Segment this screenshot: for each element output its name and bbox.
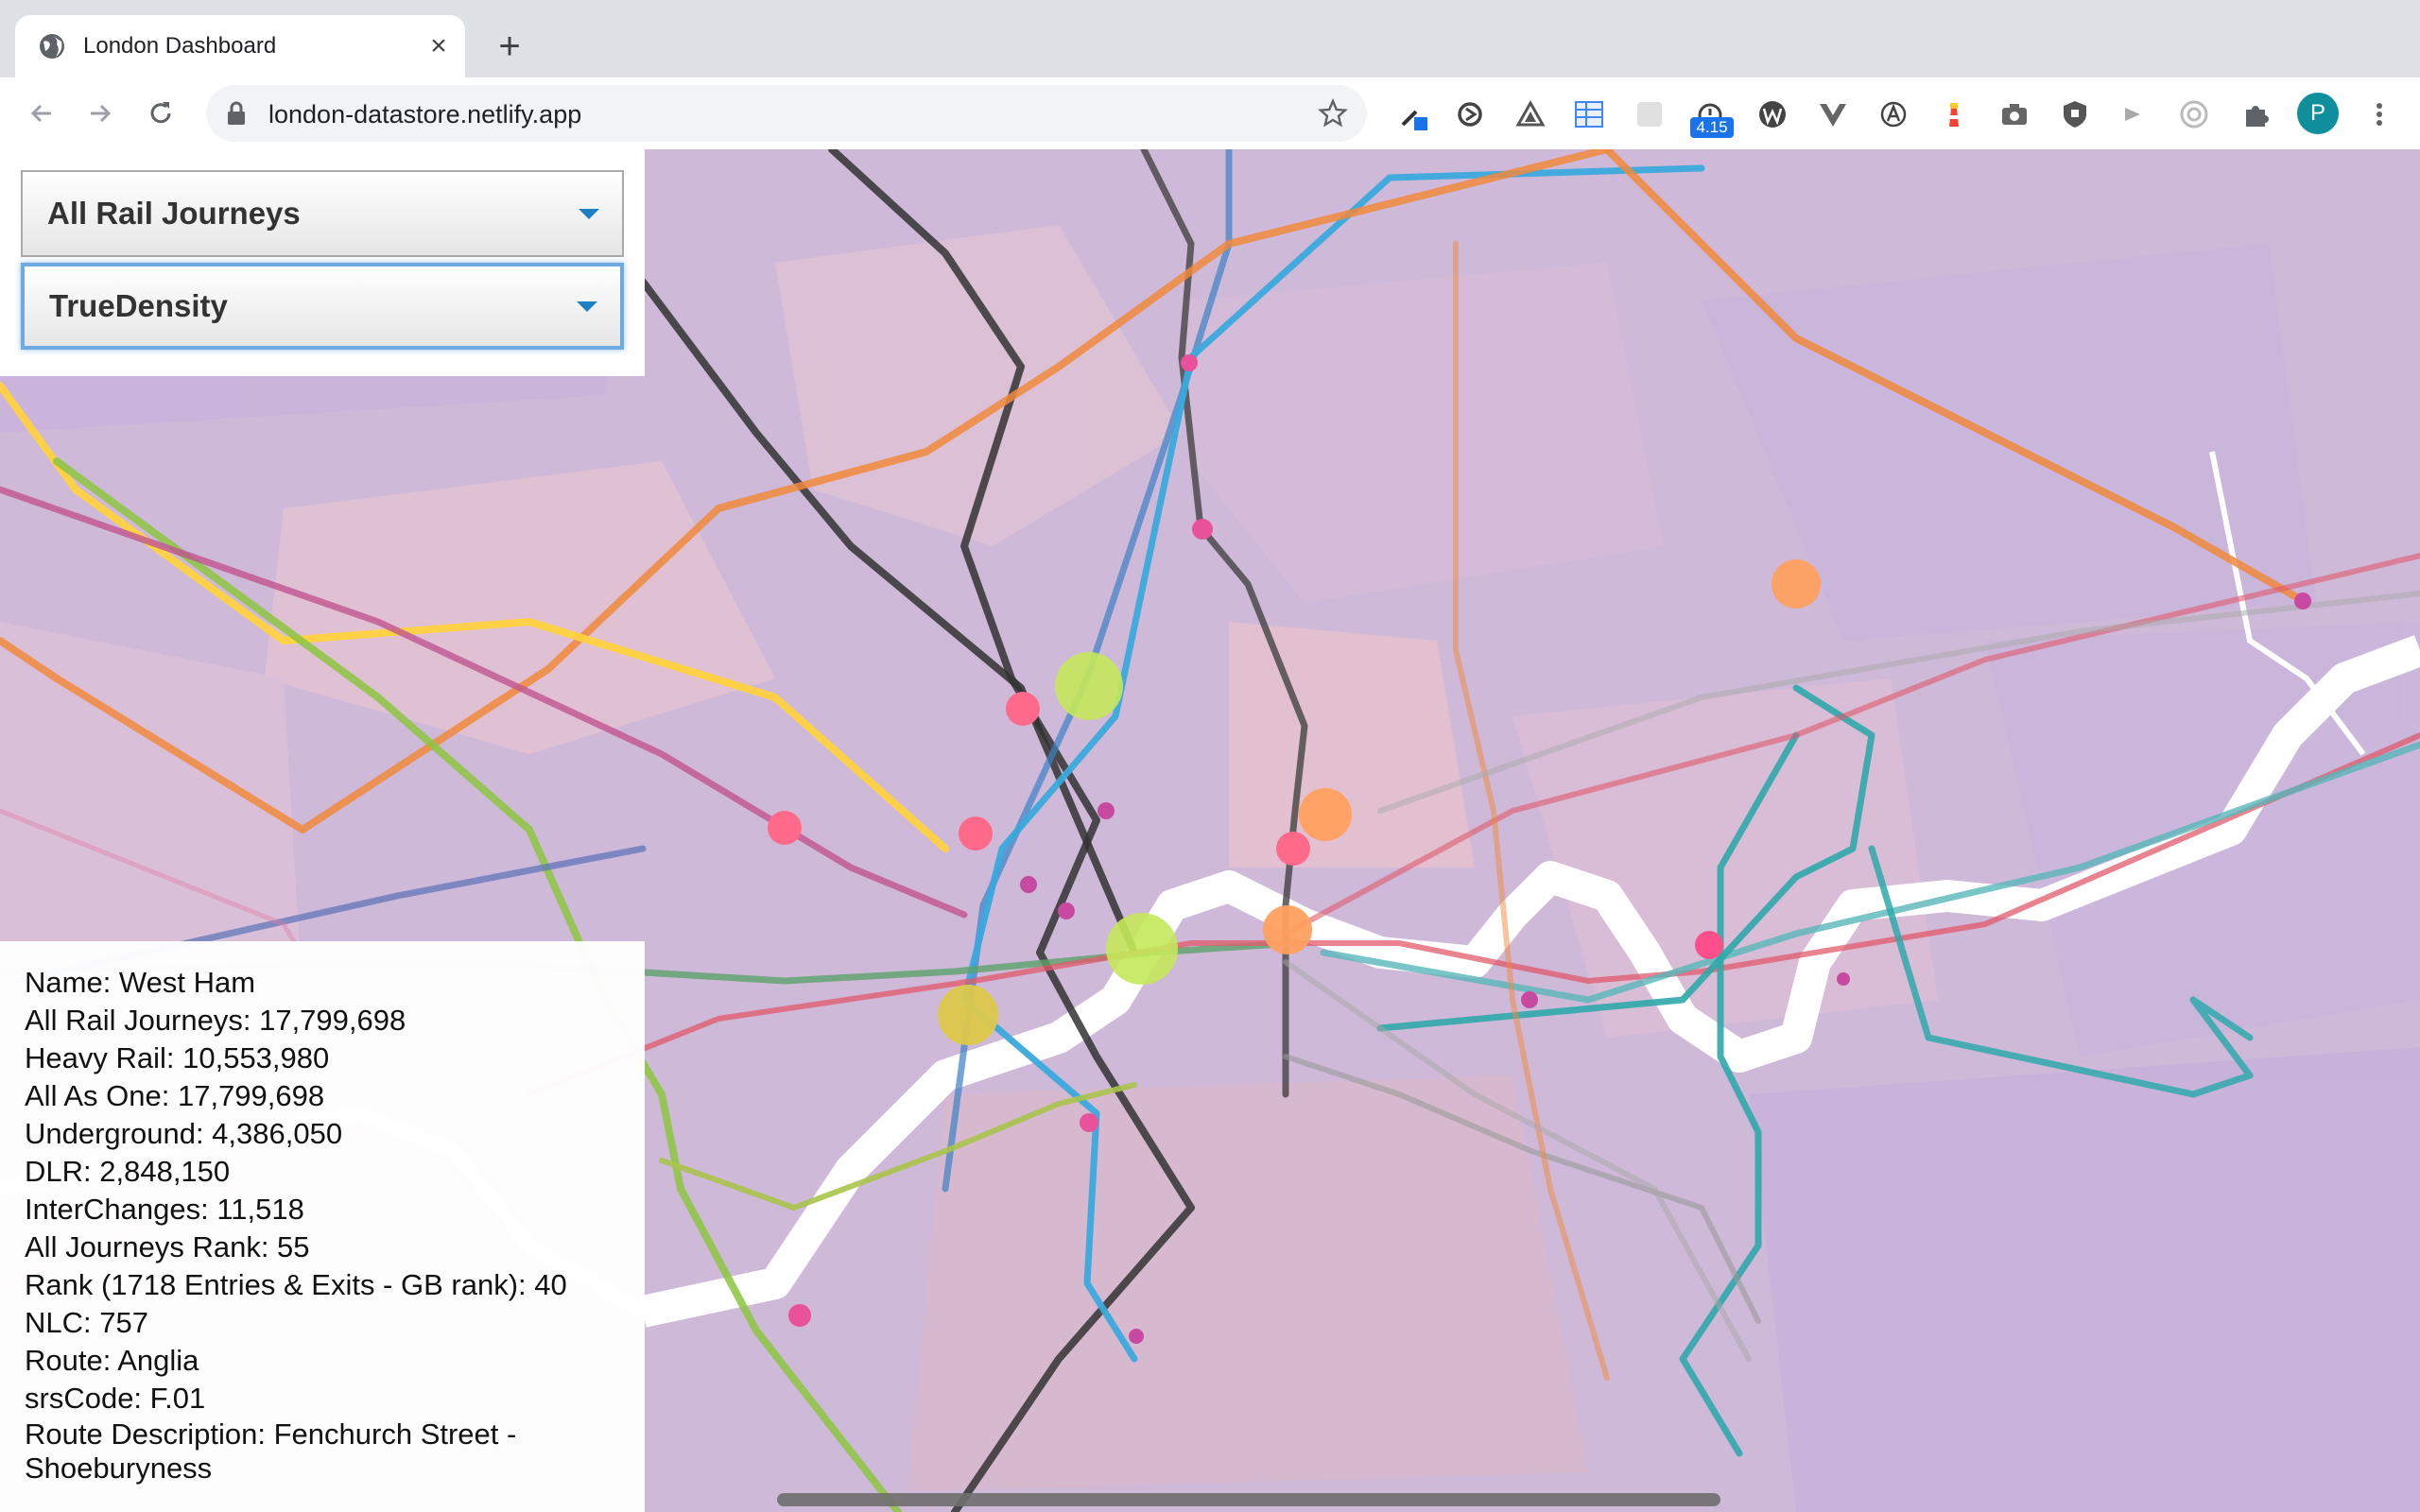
info-rank: All Journeys Rank: 55 — [25, 1230, 310, 1263]
url-text: london-datastore.netlify.app — [268, 100, 582, 129]
horizontal-scrollbar[interactable] — [777, 1493, 1720, 1506]
info-name: Name: West Ham — [25, 966, 256, 999]
sync-icon[interactable] — [1454, 98, 1486, 130]
station-info-panel: Name: West Ham All Rail Journeys: 17,799… — [0, 941, 645, 1512]
info-dlr: DLR: 2,848,150 — [25, 1155, 231, 1188]
camera-icon[interactable] — [1998, 98, 2031, 130]
forward-icon[interactable] — [81, 94, 119, 132]
info-gb-rank: Rank (1718 Entries & Exits - GB rank): 4… — [25, 1268, 567, 1301]
menu-icon[interactable] — [2363, 98, 2395, 130]
tab-title: London Dashboard — [83, 33, 277, 59]
info-heavy-rail: Heavy Rail: 10,553,980 — [25, 1041, 330, 1074]
lighthouse-icon[interactable] — [1938, 98, 1970, 130]
lock-icon — [228, 101, 245, 125]
chevron-down-icon — [577, 301, 597, 312]
back-icon[interactable] — [23, 94, 60, 132]
info-route: Route: Anglia — [25, 1344, 199, 1377]
a-circle-icon[interactable] — [1877, 98, 1910, 130]
style-select[interactable]: TrueDensity — [21, 263, 624, 350]
spreadsheet-icon[interactable] — [1573, 98, 1605, 130]
new-tab-button[interactable]: + — [493, 27, 526, 65]
vue-icon[interactable] — [1817, 98, 1849, 130]
info-route-description: Route Description: Fenchurch Street - Sh… — [25, 1418, 517, 1485]
close-tab-icon[interactable]: × — [424, 31, 454, 61]
shield-icon[interactable] — [2059, 98, 2091, 130]
tab-london-dashboard[interactable]: London Dashboard × — [15, 15, 465, 77]
wordpress-icon[interactable] — [1756, 98, 1789, 130]
metric-select[interactable]: All Rail Journeys — [21, 170, 624, 257]
arrow-icon[interactable] — [2118, 98, 2150, 130]
star-icon[interactable] — [1318, 98, 1348, 129]
metric-select-value: All Rail Journeys — [47, 196, 301, 231]
blank-icon[interactable] — [1634, 98, 1666, 130]
info-interchanges: InterChanges: 11,518 — [25, 1193, 304, 1226]
profile-avatar[interactable]: P — [2297, 93, 2339, 134]
triangle-icon[interactable] — [1514, 98, 1547, 130]
info-srs-code: srsCode: F.01 — [25, 1382, 206, 1415]
controls-panel: All Rail Journeys TrueDensity — [0, 149, 645, 376]
style-select-value: TrueDensity — [49, 288, 228, 323]
reload-icon[interactable] — [142, 94, 180, 132]
browser-toolbar: london-datastore.netlify.app 4.15 P — [0, 77, 2420, 150]
info-all-rail: All Rail Journeys: 17,799,698 — [25, 1004, 406, 1037]
eyedropper-icon[interactable] — [1397, 98, 1429, 130]
puzzle-icon[interactable] — [2240, 98, 2273, 130]
info-nlc: NLC: 757 — [25, 1306, 148, 1339]
globe-icon — [40, 34, 64, 59]
target-icon[interactable] — [2178, 98, 2210, 130]
tab-strip: London Dashboard × + — [0, 0, 2420, 77]
address-bar[interactable]: london-datastore.netlify.app — [206, 85, 1367, 142]
info-all-as-one: All As One: 17,799,698 — [25, 1079, 325, 1112]
timer-badge: 4.15 — [1690, 117, 1734, 138]
info-underground: Underground: 4,386,050 — [25, 1117, 343, 1150]
chevron-down-icon — [579, 208, 599, 219]
